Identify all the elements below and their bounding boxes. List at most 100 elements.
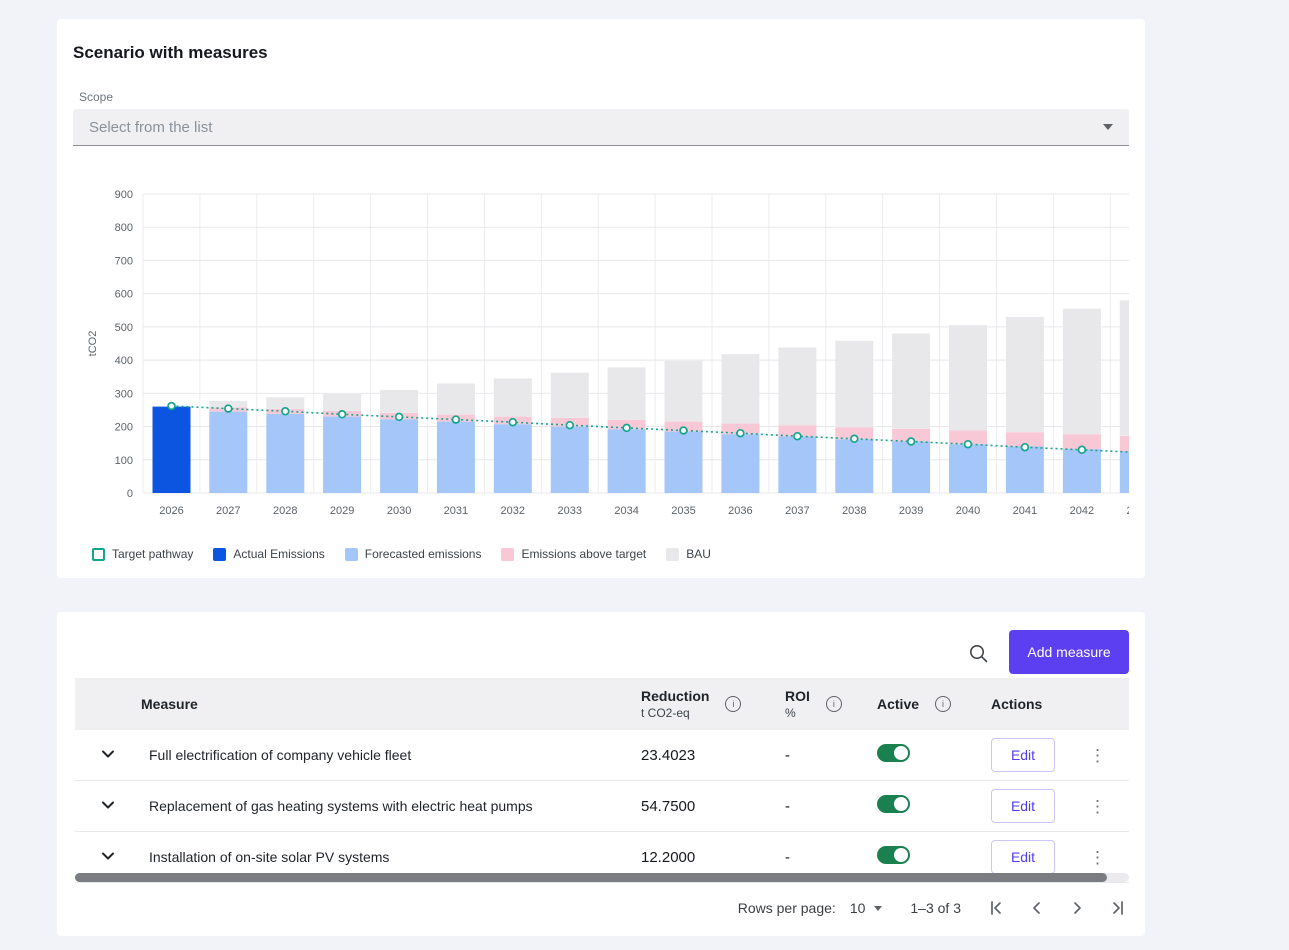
measure-name: Full electrification of company vehicle … (141, 747, 641, 763)
legend-swatch (666, 548, 679, 561)
toggle-knob (894, 746, 908, 760)
chevron-down-icon (874, 906, 882, 911)
svg-text:2026: 2026 (159, 505, 183, 517)
reduction-value: 12.2000 (641, 849, 785, 866)
svg-text:2039: 2039 (899, 505, 923, 517)
reduction-value: 23.4023 (641, 747, 785, 764)
first-page-button[interactable] (985, 896, 1009, 920)
measure-name: Replacement of gas heating systems with … (141, 798, 641, 814)
svg-text:2031: 2031 (444, 505, 468, 517)
legend-swatch (501, 548, 514, 561)
svg-text:2042: 2042 (1070, 505, 1094, 517)
rows-per-page-select[interactable]: 10 (850, 900, 883, 916)
horizontal-scrollbar[interactable] (75, 873, 1129, 882)
edit-button[interactable]: Edit (991, 840, 1055, 874)
svg-text:2030: 2030 (387, 505, 411, 517)
reduction-unit-label: t CO2-eq (641, 706, 709, 720)
info-icon[interactable]: i (935, 696, 951, 712)
add-measure-button[interactable]: Add measure (1009, 630, 1129, 674)
previous-page-button[interactable] (1025, 896, 1049, 920)
expand-row-button[interactable] (95, 793, 121, 819)
svg-text:2028: 2028 (273, 505, 297, 517)
svg-text:2032: 2032 (501, 505, 525, 517)
svg-text:2037: 2037 (785, 505, 809, 517)
svg-text:800: 800 (115, 222, 133, 234)
svg-text:900: 900 (115, 189, 133, 201)
scope-label: Scope (79, 90, 113, 104)
legend-label: Emissions above target (521, 547, 646, 561)
legend-swatch (213, 548, 226, 561)
svg-text:2033: 2033 (558, 505, 582, 517)
table-row: Replacement of gas heating systems with … (75, 781, 1129, 832)
reduction-value: 54.7500 (641, 798, 785, 815)
active-toggle[interactable] (877, 795, 910, 813)
rows-per-page-value: 10 (850, 900, 866, 916)
svg-text:500: 500 (115, 322, 133, 334)
svg-text:300: 300 (115, 388, 133, 400)
active-toggle[interactable] (877, 744, 910, 762)
svg-text:2027: 2027 (216, 505, 240, 517)
svg-text:400: 400 (115, 355, 133, 367)
table-row: Full electrification of company vehicle … (75, 730, 1129, 781)
roi-value: - (785, 849, 877, 866)
svg-text:tCO2: tCO2 (87, 331, 99, 357)
chevron-down-icon (1103, 124, 1113, 130)
info-icon[interactable]: i (826, 696, 842, 712)
legend-item[interactable]: Forecasted emissions (345, 547, 482, 561)
legend-item[interactable]: Actual Emissions (213, 547, 324, 561)
column-header-active: Active i (877, 696, 991, 712)
table-header: Measure Reduction t CO2-eq i ROI % i Act… (75, 678, 1129, 730)
search-icon[interactable] (965, 640, 993, 668)
active-toggle[interactable] (877, 846, 910, 864)
pagination-bar: Rows per page: 10 1–3 of 3 (738, 894, 1129, 922)
expand-row-button[interactable] (95, 742, 121, 768)
column-header-roi: ROI % i (785, 688, 877, 720)
kebab-menu-icon[interactable]: ⋮ (1083, 847, 1112, 868)
rows-per-page-label: Rows per page: (738, 900, 836, 916)
last-page-button[interactable] (1105, 896, 1129, 920)
column-header-measure: Measure (141, 696, 641, 712)
measures-card: Add measure Measure Reduction t CO2-eq i… (57, 612, 1145, 936)
scenario-card: Scenario with measures Scope Select from… (57, 19, 1145, 578)
toggle-knob (894, 797, 908, 811)
svg-text:0: 0 (127, 488, 133, 500)
svg-text:600: 600 (115, 289, 133, 301)
legend-label: Actual Emissions (233, 547, 324, 561)
svg-text:100: 100 (115, 455, 133, 467)
column-header-actions: Actions (991, 696, 1129, 712)
legend-swatch (92, 548, 105, 561)
roi-value: - (785, 747, 877, 764)
kebab-menu-icon[interactable]: ⋮ (1083, 796, 1112, 817)
scope-select[interactable]: Select from the list (73, 109, 1129, 146)
roi-unit-label: % (785, 706, 810, 720)
expand-row-button[interactable] (95, 844, 121, 870)
legend-label: Target pathway (112, 547, 193, 561)
page-title: Scenario with measures (73, 43, 268, 63)
svg-text:2038: 2038 (842, 505, 866, 517)
edit-button[interactable]: Edit (991, 789, 1055, 823)
svg-text:2036: 2036 (728, 505, 752, 517)
kebab-menu-icon[interactable]: ⋮ (1083, 745, 1112, 766)
svg-text:2040: 2040 (956, 505, 980, 517)
pagination-range: 1–3 of 3 (910, 900, 961, 916)
column-header-reduction: Reduction t CO2-eq i (641, 688, 785, 720)
legend-item[interactable]: Emissions above target (501, 547, 646, 561)
svg-text:200: 200 (115, 422, 133, 434)
legend-item[interactable]: Target pathway (92, 547, 193, 561)
svg-text:2029: 2029 (330, 505, 354, 517)
measure-name: Installation of on-site solar PV systems (141, 849, 641, 865)
table-body: Full electrification of company vehicle … (75, 730, 1129, 883)
svg-text:2043: 2043 (1127, 505, 1129, 517)
svg-text:2041: 2041 (1013, 505, 1037, 517)
emissions-chart: 0 100 200 300 400 500 600 700 800 900 2026 2027 2028… (85, 169, 1129, 529)
legend-swatch (345, 548, 358, 561)
legend-item[interactable]: BAU (666, 547, 711, 561)
scope-select-value: Select from the list (89, 119, 212, 136)
next-page-button[interactable] (1065, 896, 1089, 920)
svg-text:700: 700 (115, 255, 133, 267)
edit-button[interactable]: Edit (991, 738, 1055, 772)
chart-legend: Target pathway Actual Emissions Forecasted… (92, 547, 711, 561)
info-icon[interactable]: i (725, 696, 741, 712)
scrollbar-thumb[interactable] (75, 873, 1107, 882)
legend-label: Forecasted emissions (365, 547, 482, 561)
